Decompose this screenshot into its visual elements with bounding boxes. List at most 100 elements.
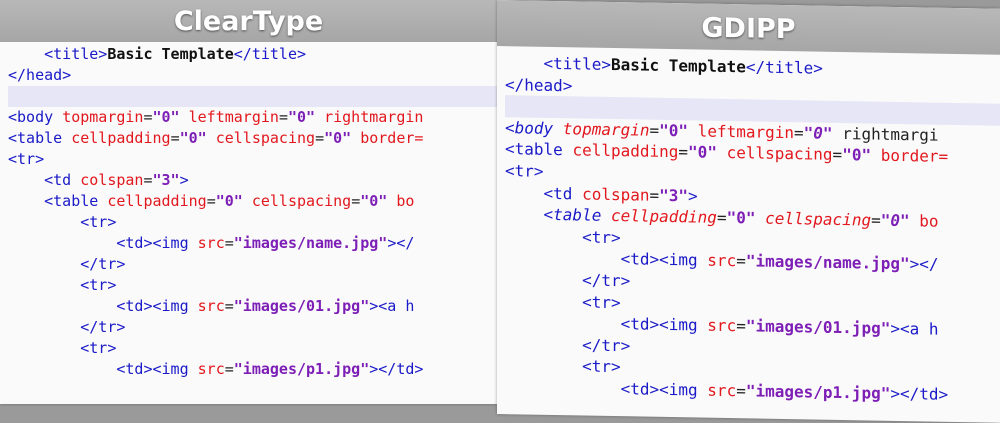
- code-token: src: [197, 360, 225, 378]
- code-token: </tr>: [80, 318, 126, 336]
- code-token: cellpadding: [610, 206, 717, 227]
- code-token: "0": [803, 123, 833, 143]
- code-token: ><a h: [369, 297, 415, 315]
- code-token: cellspacing: [716, 143, 833, 165]
- code-token: =: [649, 185, 660, 205]
- code-token: src: [197, 234, 225, 252]
- code-line: <td colspan="3">: [8, 170, 497, 191]
- code-token: ></: [387, 234, 415, 252]
- code-token: Basic Template: [610, 54, 746, 77]
- code-token: cellpadding: [71, 129, 171, 147]
- code-token: "3": [659, 185, 689, 205]
- code-token: <tr>: [505, 161, 544, 181]
- code-token: "0": [152, 108, 180, 126]
- code-token: <tr>: [582, 292, 621, 312]
- code-token: topmargin: [62, 108, 144, 126]
- code-token: =: [736, 381, 746, 401]
- code-token: "0": [880, 210, 910, 231]
- code-line: <tr>: [8, 338, 497, 359]
- code-token: <title>: [543, 53, 611, 74]
- code-token: =: [736, 316, 746, 336]
- code-token: </title>: [233, 45, 307, 63]
- code-token: <tr>: [582, 356, 621, 377]
- code-token: =: [170, 129, 180, 147]
- code-token: "0": [659, 120, 689, 141]
- code-token: =: [143, 171, 153, 189]
- code-token: src: [707, 251, 737, 271]
- code-token: <tr>: [80, 276, 117, 294]
- code-line: <td><img src="images/01.jpg"><a h: [8, 296, 497, 317]
- code-token: <title>: [44, 45, 108, 63]
- cleartype-panel: ClearType <title>Basic Template</title> <…: [0, 0, 497, 404]
- code-token: =: [832, 145, 843, 165]
- code-token: </tr>: [582, 335, 631, 356]
- code-token: =: [143, 108, 153, 126]
- code-token: Basic Template: [107, 45, 234, 63]
- code-token: "0": [287, 108, 316, 126]
- code-line: <table cellpadding="0" cellspacing="0" b…: [8, 128, 497, 149]
- code-token: <td><img: [116, 297, 198, 315]
- code-view[interactable]: <title>Basic Template</title> </head> <bod…: [8, 44, 497, 380]
- code-token: =: [716, 207, 727, 228]
- code-token: <td><img: [116, 360, 198, 378]
- code-token: >: [688, 185, 698, 206]
- code-token: border=: [351, 129, 424, 147]
- code-token: <td: [543, 183, 583, 204]
- code-token: <table: [543, 204, 611, 226]
- code-token: src: [707, 315, 737, 336]
- code-token: bo: [387, 192, 415, 210]
- panel-title: GDIPP: [497, 0, 1000, 55]
- code-token: </title>: [745, 57, 823, 78]
- code-token: ></td>: [369, 360, 424, 378]
- code-line: </head>: [8, 65, 497, 86]
- code-token: <body: [8, 108, 63, 126]
- code-token: cellpadding: [572, 140, 679, 162]
- code-token: bo: [909, 211, 939, 231]
- code-token: ><a h: [890, 318, 939, 339]
- code-token: "images/name.jpg": [233, 234, 388, 252]
- code-token: "images/01.jpg": [233, 297, 370, 315]
- code-token: >: [179, 171, 189, 189]
- code-token: <tr>: [80, 213, 117, 231]
- code-token: cellspacing: [755, 208, 872, 230]
- code-token: "0": [726, 208, 756, 228]
- code-token: topmargin: [562, 118, 650, 140]
- code-token: <tr>: [582, 227, 621, 247]
- code-line: <table cellpadding="0" cellspacing="0" b…: [8, 191, 497, 212]
- code-line: <body topmargin="0" leftmargin="0" right…: [8, 107, 497, 128]
- code-token: =: [224, 360, 234, 378]
- code-token: ></: [909, 254, 939, 275]
- code-line: <td><img src="images/p1.jpg"></td>: [505, 376, 1000, 419]
- code-line: <tr>: [8, 149, 497, 170]
- code-line: </tr>: [8, 254, 497, 275]
- code-view[interactable]: <title>Basic Template</title> </head> <bod…: [505, 52, 1000, 418]
- highlighted-code-line: [8, 86, 497, 107]
- code-token: ></td>: [890, 383, 949, 404]
- code-token: colspan: [80, 171, 144, 189]
- code-token: <td><img: [620, 314, 708, 335]
- code-token: "images/name.jpg": [745, 251, 910, 274]
- code-token: cellpadding: [107, 192, 207, 210]
- code-token: =: [351, 192, 361, 210]
- code-token: </tr>: [80, 255, 126, 273]
- code-token: "0": [688, 142, 717, 163]
- code-token: =: [649, 120, 660, 140]
- code-token: <tr>: [80, 339, 117, 357]
- code-token: <tr>: [8, 150, 45, 168]
